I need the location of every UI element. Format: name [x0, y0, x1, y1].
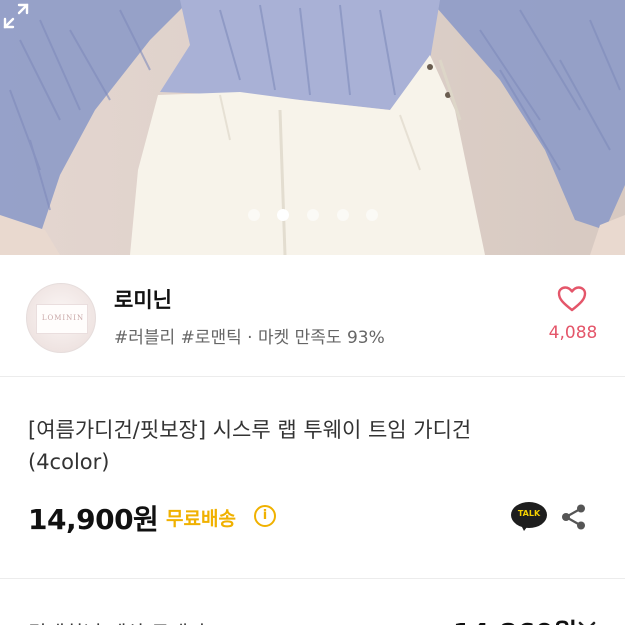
seller-name[interactable]: 로미닌 — [114, 284, 172, 314]
expected-price: 14,860원 — [453, 613, 577, 625]
product-title: [여름가디건/핏보장] 시스루 랩 투웨이 트임 가디건 (4color) — [28, 414, 598, 478]
carousel-dot[interactable] — [366, 209, 378, 221]
seller-section: LOMININ 로미닌 #러블리 #로맨틱 · 마켓 만족도 93% 4,088 — [0, 255, 625, 377]
product-price: 14,900원 — [28, 503, 159, 536]
seller-logo-text: LOMININ — [41, 314, 85, 322]
carousel-dot[interactable] — [248, 209, 260, 221]
like-count: 4,088 — [548, 323, 598, 343]
product-title-line2: (4color) — [28, 450, 110, 474]
carousel-dot-active[interactable] — [277, 209, 289, 221]
info-icon[interactable]: i — [254, 505, 276, 527]
share-icon[interactable] — [560, 503, 588, 531]
carousel-dot[interactable] — [307, 209, 319, 221]
kakao-talk-button[interactable]: TALK — [511, 502, 547, 532]
carousel-dot[interactable] — [337, 209, 349, 221]
free-shipping-label: 무료배송 — [166, 508, 236, 530]
product-title-line1: [여름가디건/핏보장] 시스루 랩 투웨이 트임 가디건 — [28, 418, 472, 442]
talk-label: TALK — [517, 509, 541, 518]
expected-price-bar[interactable]: 김태희님 예상 구매가 14,860원 — [0, 578, 625, 625]
seller-tags: #러블리 #로맨틱 · 마켓 만족도 93% — [114, 328, 385, 348]
product-image-carousel[interactable] — [0, 0, 625, 255]
heart-outline-icon[interactable] — [557, 285, 587, 313]
seller-avatar[interactable]: LOMININ — [26, 283, 96, 353]
expand-icon[interactable] — [0, 0, 32, 32]
talk-bubble-tail — [520, 523, 530, 531]
expected-price-label: 김태희님 예상 구매가 — [28, 617, 206, 625]
carousel-indicator — [0, 209, 625, 223]
seller-logo-card: LOMININ — [36, 304, 88, 334]
chevron-down-icon[interactable] — [578, 621, 596, 625]
product-info: [여름가디건/핏보장] 시스루 랩 투웨이 트임 가디건 (4color) 14… — [0, 378, 625, 578]
